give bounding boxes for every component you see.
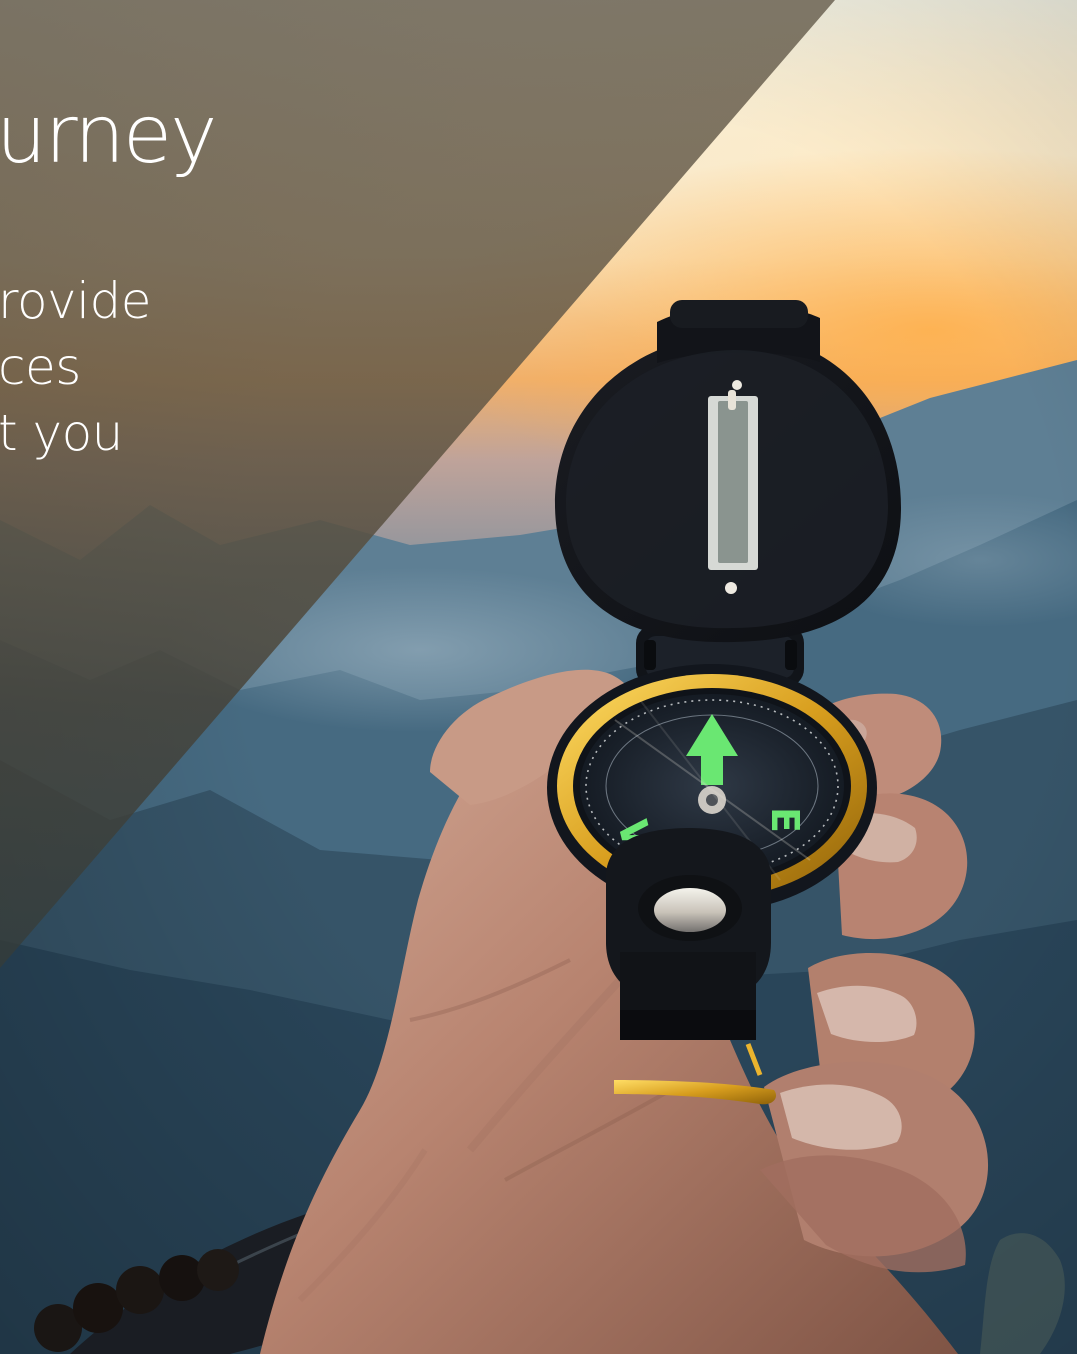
hero-description-line-1: rovide [0, 272, 152, 330]
east-letter-icon: E [763, 807, 807, 833]
hero-description-line-2: ces [0, 338, 81, 396]
compass-lid [554, 300, 902, 643]
hero-description-line-3: t you [0, 404, 123, 462]
hero-description: rovide ces t you [0, 268, 218, 466]
hero-title: urney [0, 88, 217, 181]
hero-banner: W E urney rovide ces [0, 0, 1077, 1354]
